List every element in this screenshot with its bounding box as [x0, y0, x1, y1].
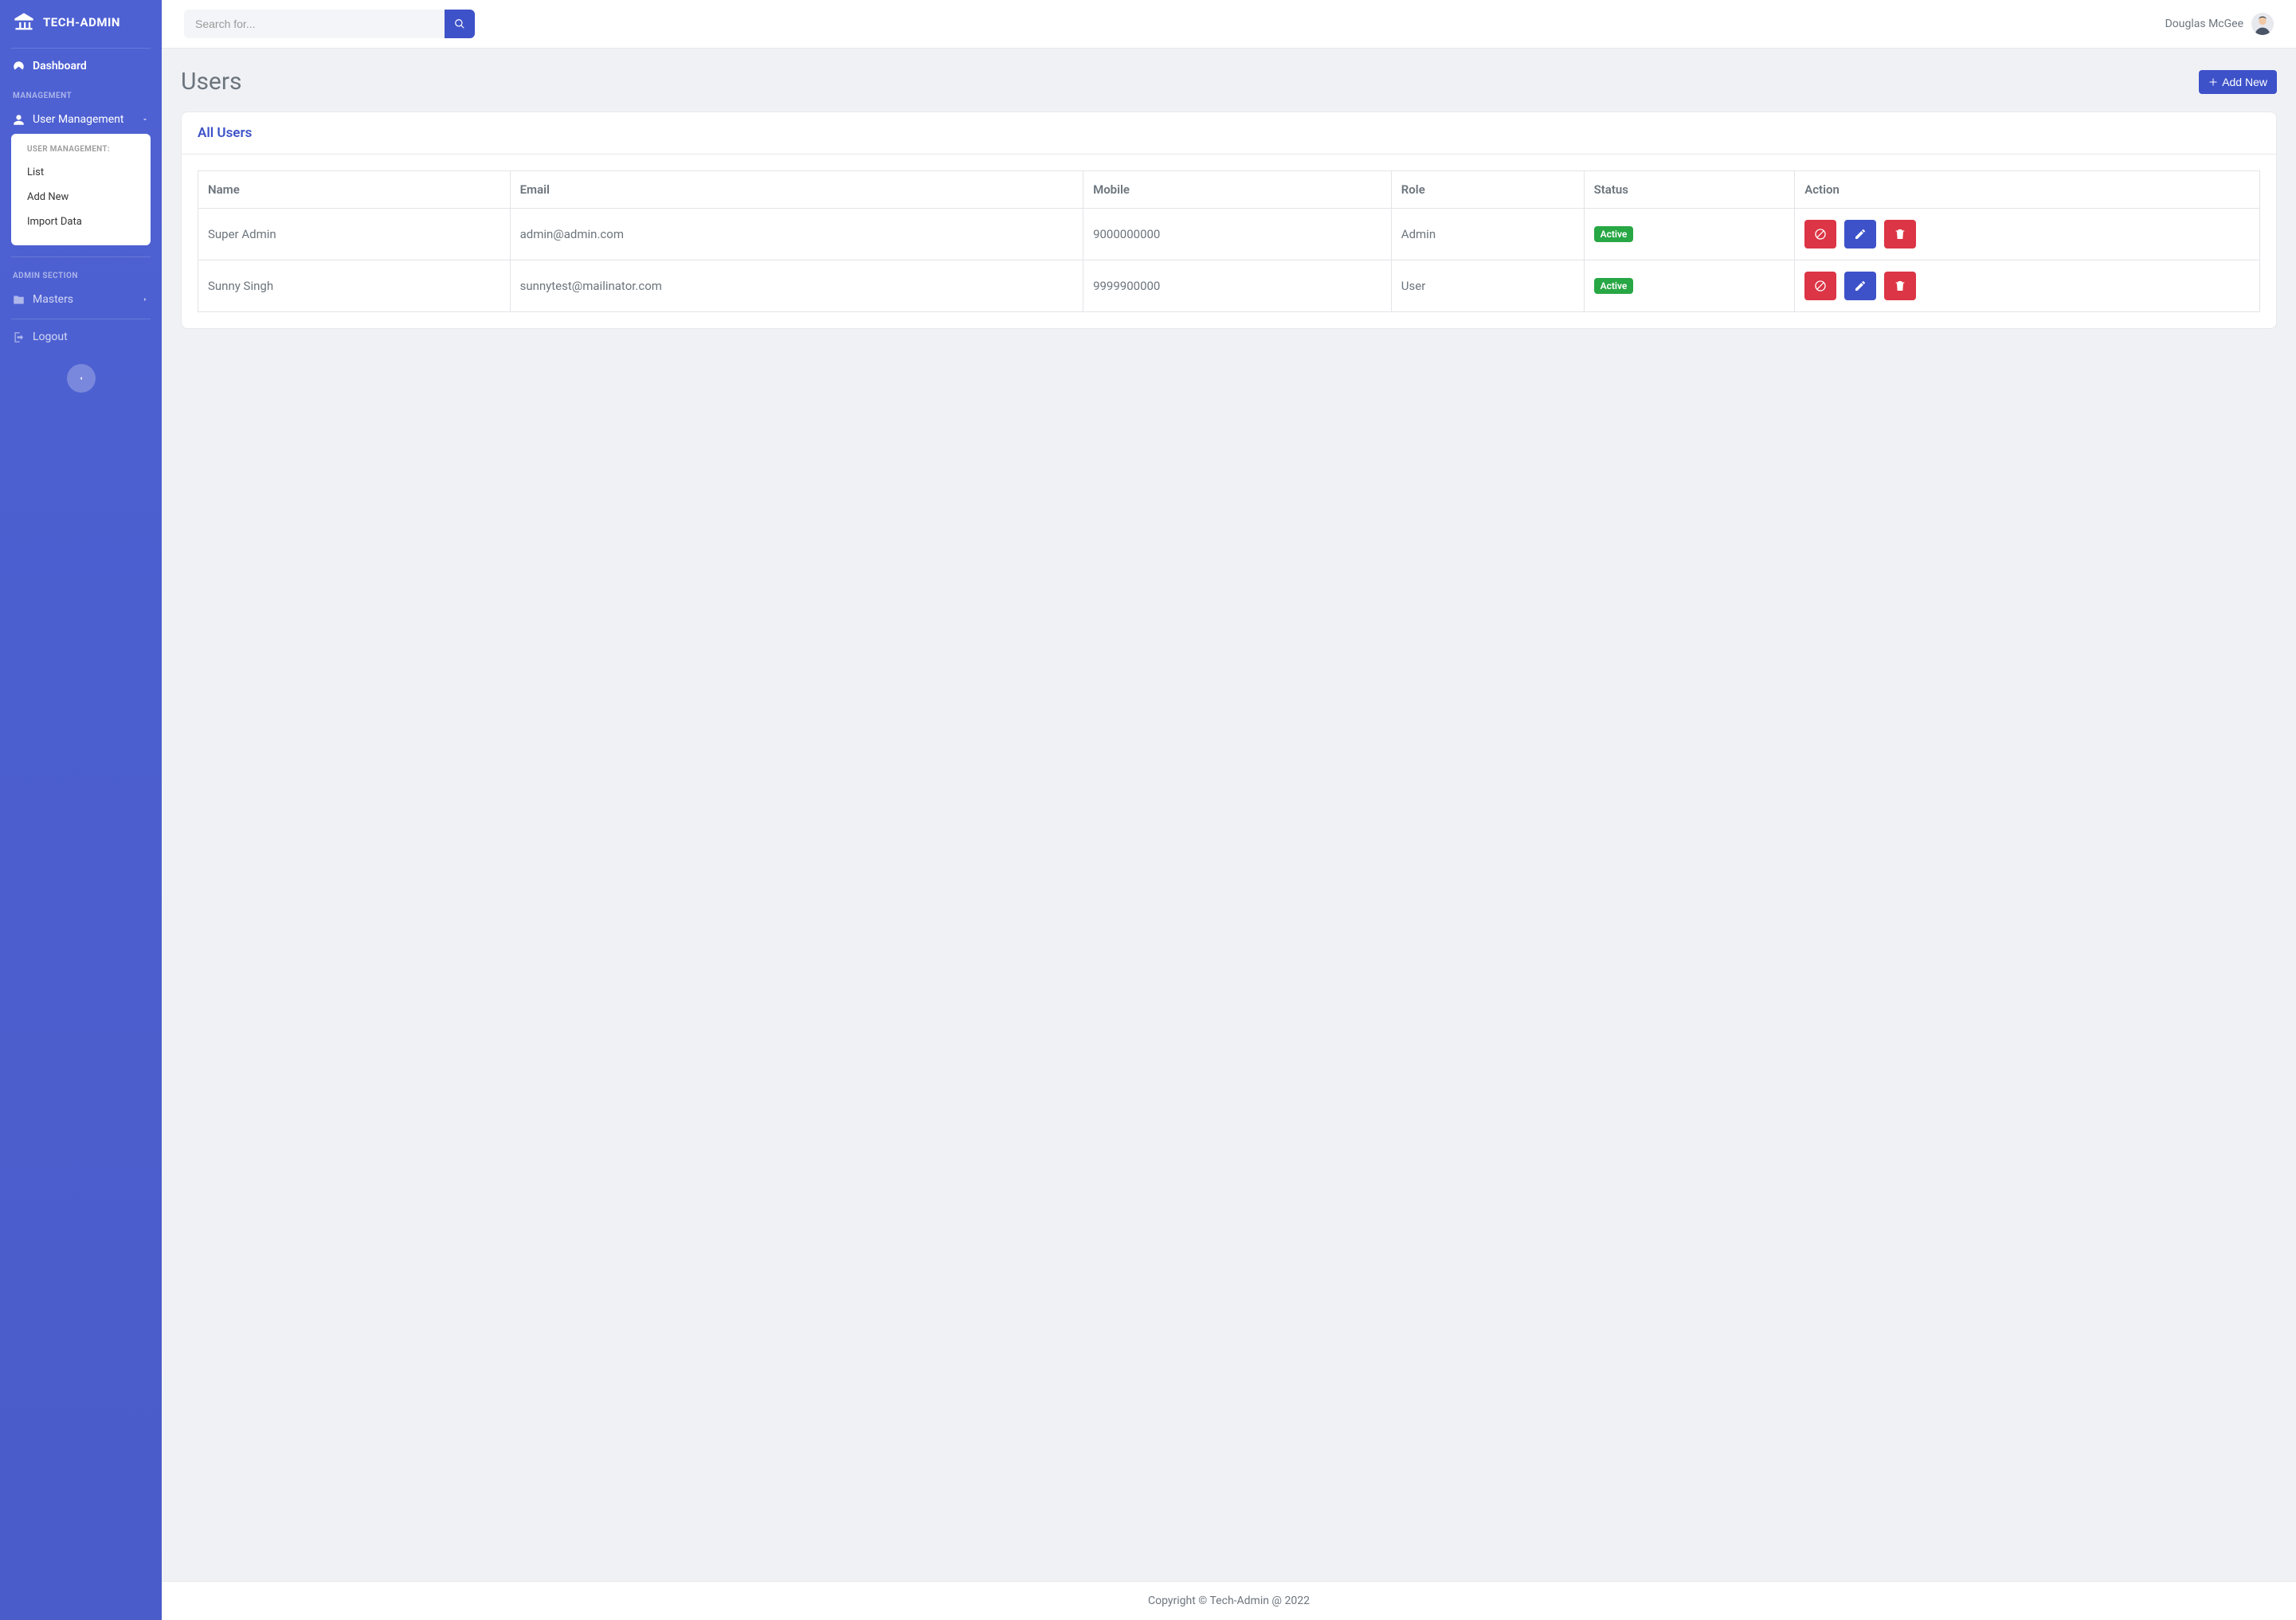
plus-icon [2208, 77, 2218, 87]
sidebar-item-label: Logout [33, 331, 68, 343]
brand-name: TECH-ADMIN [43, 15, 120, 29]
pencil-icon [1854, 228, 1867, 241]
user-management-submenu: USER MANAGEMENT: List Add New Import Dat… [11, 134, 151, 245]
col-email: Email [510, 171, 1083, 209]
edit-button[interactable] [1844, 220, 1876, 248]
submenu-heading: USER MANAGEMENT: [11, 145, 151, 160]
cell-status: Active [1584, 260, 1795, 312]
topbar: Douglas McGee [162, 0, 2296, 49]
cell-role: Admin [1391, 209, 1584, 260]
user-name: Douglas McGee [2165, 18, 2243, 30]
sidebar-collapse-button[interactable] [67, 364, 96, 393]
cell-mobile: 9999900000 [1083, 260, 1392, 312]
sidebar-item-masters[interactable]: Masters [0, 285, 162, 314]
trash-icon [1894, 280, 1906, 292]
footer: Copyright © Tech-Admin @ 2022 [162, 1581, 2296, 1620]
avatar [2251, 13, 2274, 35]
sidebar-item-logout[interactable]: Logout [0, 323, 162, 351]
chevron-right-icon [141, 295, 149, 303]
table-row: Sunny Singhsunnytest@mailinator.com99999… [198, 260, 2260, 312]
folder-icon [13, 294, 25, 306]
sidebar-item-label: Dashboard [33, 60, 87, 72]
search-icon [454, 18, 465, 29]
user-icon [13, 114, 25, 126]
sidebar-section-heading: MANAGEMENT [0, 80, 162, 105]
cell-email: sunnytest@mailinator.com [510, 260, 1083, 312]
col-name: Name [198, 171, 511, 209]
users-table: Name Email Mobile Role Status Action Sup… [198, 170, 2260, 312]
sidebar: TECH-ADMIN Dashboard MANAGEMENT User Man… [0, 0, 162, 1620]
brand-logo[interactable]: TECH-ADMIN [0, 0, 162, 45]
cell-role: User [1391, 260, 1584, 312]
landmark-icon [13, 11, 35, 33]
submenu-item-import-data[interactable]: Import Data [11, 209, 151, 234]
edit-button[interactable] [1844, 272, 1876, 300]
cell-action [1795, 209, 2260, 260]
cell-mobile: 9000000000 [1083, 209, 1392, 260]
main: Douglas McGee Users A [162, 0, 2296, 1620]
divider [11, 256, 151, 257]
card-header: All Users [182, 112, 2276, 155]
table-header-row: Name Email Mobile Role Status Action [198, 171, 2260, 209]
page-title: Users [181, 68, 242, 96]
sidebar-item-label: Masters [33, 293, 73, 306]
search-input[interactable] [184, 10, 445, 38]
status-badge: Active [1594, 226, 1634, 242]
cell-status: Active [1584, 209, 1795, 260]
submenu-item-add-new[interactable]: Add New [11, 185, 151, 209]
ban-button[interactable] [1804, 272, 1836, 300]
submenu-item-list[interactable]: List [11, 160, 151, 185]
sidebar-item-dashboard[interactable]: Dashboard [0, 52, 162, 80]
col-role: Role [1391, 171, 1584, 209]
delete-button[interactable] [1884, 272, 1916, 300]
ban-icon [1814, 228, 1827, 241]
user-menu[interactable]: Douglas McGee [2165, 13, 2274, 35]
ban-button[interactable] [1804, 220, 1836, 248]
sidebar-section-heading: ADMIN SECTION [0, 260, 162, 285]
col-action: Action [1795, 171, 2260, 209]
cell-action [1795, 260, 2260, 312]
col-mobile: Mobile [1083, 171, 1392, 209]
chevron-down-icon [141, 115, 149, 123]
sidebar-item-user-management[interactable]: User Management [0, 105, 162, 134]
dashboard-icon [13, 61, 25, 72]
chevron-left-icon [77, 374, 85, 382]
sidebar-item-label: User Management [33, 113, 123, 126]
status-badge: Active [1594, 278, 1634, 294]
cell-name: Sunny Singh [198, 260, 511, 312]
col-status: Status [1584, 171, 1795, 209]
logout-icon [13, 331, 25, 343]
cell-email: admin@admin.com [510, 209, 1083, 260]
table-row: Super Adminadmin@admin.com9000000000Admi… [198, 209, 2260, 260]
page-header: Users Add New [181, 68, 2277, 96]
users-card: All Users Name Email Mobile Role Status … [181, 112, 2277, 329]
button-label: Add New [2222, 76, 2267, 88]
ban-icon [1814, 280, 1827, 292]
avatar-icon [2251, 13, 2274, 35]
content: Users Add New All Users Name [162, 49, 2296, 1581]
search-button[interactable] [445, 10, 475, 38]
divider [11, 48, 151, 49]
delete-button[interactable] [1884, 220, 1916, 248]
pencil-icon [1854, 280, 1867, 292]
add-new-button[interactable]: Add New [2199, 70, 2277, 94]
card-title: All Users [198, 125, 2260, 141]
search-wrap [184, 10, 475, 38]
trash-icon [1894, 228, 1906, 241]
cell-name: Super Admin [198, 209, 511, 260]
card-body: Name Email Mobile Role Status Action Sup… [182, 155, 2276, 328]
